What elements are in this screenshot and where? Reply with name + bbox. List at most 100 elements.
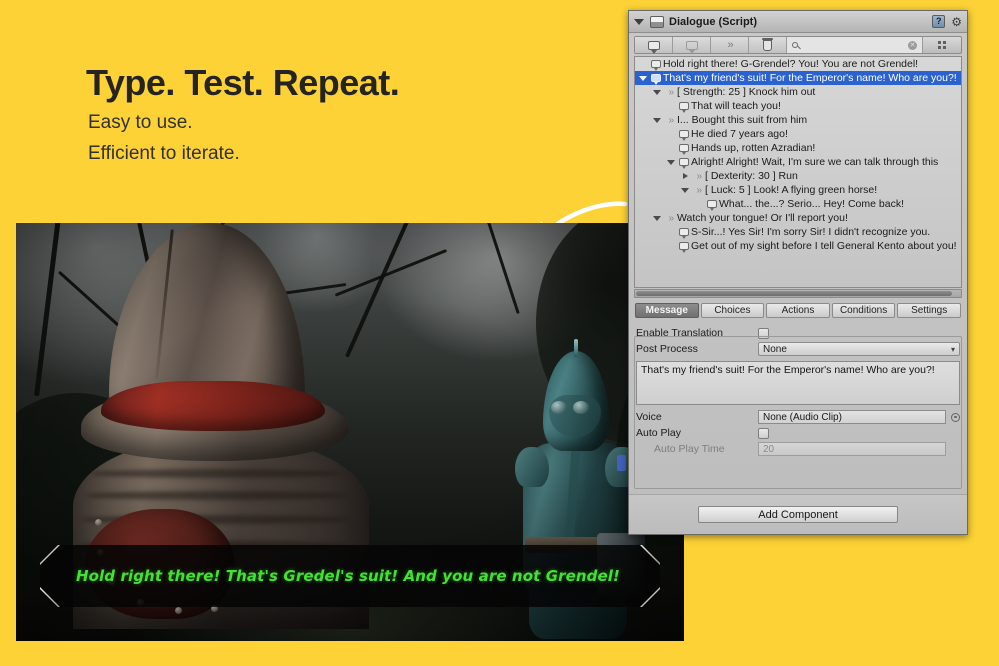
inspector-titlebar: Dialogue (Script) ? ⚙ [629, 11, 967, 33]
help-icon[interactable]: ? [932, 15, 946, 28]
tree-row[interactable]: Hands up, rotten Azradian! [635, 141, 961, 155]
hat-band [101, 381, 325, 431]
tab-choices[interactable]: Choices [700, 303, 765, 318]
tree-row-label: [ Dexterity: 30 ] Run [705, 170, 798, 182]
add-sibling-button[interactable] [673, 37, 711, 54]
search-icon [792, 42, 798, 48]
grid-icon [938, 41, 946, 49]
tab-message[interactable]: Message [635, 303, 699, 318]
page-title: Type. Test. Repeat. [86, 62, 400, 103]
tab-conditions[interactable]: Conditions [831, 303, 896, 318]
tree-row[interactable]: » Watch your tongue! Or I'll report you! [635, 211, 961, 225]
voice-label: Voice [636, 411, 662, 423]
row-post-process: Post Process None ▾ [636, 341, 960, 357]
mask-lens-left [551, 401, 567, 414]
enable-translation-checkbox[interactable] [758, 327, 769, 339]
tree-row-label: Get out of my sight before I tell Genera… [691, 240, 957, 252]
property-list: Enable Translation Post Process None ▾ [636, 325, 960, 357]
speech-bubble-icon [705, 200, 719, 211]
tree-row-label: [ Strength: 25 ] Knock him out [677, 86, 816, 98]
subtitle-line-1: Easy to use. [88, 112, 193, 133]
search-field[interactable]: ✕ [787, 37, 923, 53]
speech-bubble-icon [647, 40, 660, 54]
tree-row[interactable]: What... the...? Serio... Hey! Come back! [635, 197, 961, 211]
tree-row[interactable]: That will teach you! [635, 99, 961, 113]
add-component-bar: Add Component [629, 494, 967, 534]
script-component-icon [650, 15, 664, 28]
scrollbar-thumb[interactable] [636, 291, 953, 296]
dialogue-subtitle-box: Hold right there! That's Gredel's suit! … [40, 545, 660, 607]
enable-translation-label: Enable Translation [636, 327, 723, 339]
tree-row-label: He died 7 years ago! [691, 128, 788, 140]
add-node-button[interactable] [635, 37, 673, 54]
tree-row[interactable]: That's my friend's suit! For the Emperor… [635, 71, 961, 85]
double-chevron-right-icon: » [668, 114, 674, 126]
titlebar-actions: ? ⚙ [932, 15, 962, 28]
tree-row[interactable]: Hold right there! G-Grendel? You! You ar… [635, 57, 961, 71]
message-textarea[interactable]: That's my friend's suit! For the Emperor… [636, 361, 960, 405]
double-chevron-right-icon: » [696, 170, 702, 182]
tree-row-label: Hands up, rotten Azradian! [691, 142, 816, 154]
twisty-expanded-icon[interactable] [651, 215, 663, 221]
rivet [175, 607, 182, 614]
dialogue-subtitle-text: Hold right there! That's Gredel's suit! … [76, 567, 620, 585]
dialogue-tree[interactable]: Hold right there! G-Grendel? You! You ar… [634, 56, 962, 288]
tab-settings[interactable]: Settings [897, 303, 961, 318]
tree-row[interactable]: He died 7 years ago! [635, 127, 961, 141]
property-list-2: Voice None (Audio Clip) Auto Play Auto P… [636, 409, 960, 457]
clear-search-icon[interactable]: ✕ [908, 40, 917, 50]
chevron-updown-icon: ▾ [950, 344, 955, 354]
shoulder-armor-left [515, 447, 549, 487]
object-picker-icon[interactable] [951, 412, 960, 422]
auto-play-time-field[interactable]: 20 [758, 442, 946, 456]
speech-bubble-icon [677, 130, 691, 141]
tree-row[interactable]: Alright! Alright! Wait, I'm sure we can … [635, 155, 961, 169]
component-title: Dialogue (Script) [669, 15, 758, 28]
tab-actions[interactable]: Actions [766, 303, 830, 318]
tree-row-label: That's my friend's suit! For the Emperor… [663, 72, 957, 84]
twisty-expanded-icon[interactable] [665, 159, 677, 165]
tree-row[interactable]: »[ Luck: 5 ] Look! A flying green horse! [635, 183, 961, 197]
inspector-tabs: Message Choices Actions Conditions Settings [635, 303, 961, 318]
auto-play-label: Auto Play [636, 427, 681, 439]
game-screenshot: Hold right there! That's Gredel's suit! … [16, 223, 684, 641]
tree-row[interactable]: S-Sir...! Yes Sir! I'm sorry Sir! I didn… [635, 225, 961, 239]
voice-object-field[interactable]: None (Audio Clip) [758, 410, 946, 424]
tree-row[interactable]: »[ Strength: 25 ] Knock him out [635, 85, 961, 99]
collapse-triangle-icon[interactable] [634, 18, 644, 25]
tree-horizontal-scrollbar[interactable] [634, 289, 962, 298]
speech-bubble-outline-icon [685, 40, 698, 54]
rivet [95, 519, 102, 526]
insignia [617, 455, 626, 471]
tree-row-label: S-Sir...! Yes Sir! I'm sorry Sir! I didn… [691, 226, 931, 238]
row-enable-translation: Enable Translation [636, 325, 960, 341]
tree-row[interactable]: »[ Dexterity: 30 ] Run [635, 169, 961, 183]
double-chevron-right-icon: » [696, 184, 702, 196]
tree-row-label: That will teach you! [691, 100, 781, 112]
tree-row[interactable]: Get out of my sight before I tell Genera… [635, 239, 961, 253]
delete-node-button[interactable] [749, 37, 787, 53]
tree-row[interactable]: » I... Bought this suit from him [635, 113, 961, 127]
speech-bubble-icon [677, 144, 691, 155]
twisty-collapsed-icon[interactable] [679, 173, 691, 179]
move-node-button[interactable]: » [711, 37, 749, 53]
row-auto-play-time: Auto Play Time 20 [636, 441, 960, 457]
layout-button[interactable] [923, 37, 961, 53]
twisty-expanded-icon[interactable] [637, 75, 649, 81]
twisty-expanded-icon[interactable] [679, 187, 691, 193]
auto-play-checkbox[interactable] [758, 427, 769, 439]
speech-bubble-icon [677, 228, 691, 239]
twisty-expanded-icon[interactable] [651, 117, 663, 123]
tree-row-label: Alright! Alright! Wait, I'm sure we can … [691, 156, 939, 168]
mask-lens-right [573, 401, 589, 414]
cloth-fold [91, 469, 341, 478]
add-component-button[interactable]: Add Component [698, 506, 898, 523]
speech-bubble-icon [649, 74, 663, 85]
double-chevron-right-icon: » [668, 86, 674, 98]
tree-row-label: What... the...? Serio... Hey! Come back! [719, 198, 904, 210]
tree-row-label: Hold right there! G-Grendel? You! You ar… [663, 58, 919, 70]
post-process-dropdown[interactable]: None ▾ [758, 342, 960, 356]
gear-icon[interactable]: ⚙ [951, 16, 962, 28]
auto-play-time-label: Auto Play Time [654, 443, 725, 455]
twisty-expanded-icon[interactable] [651, 89, 663, 95]
